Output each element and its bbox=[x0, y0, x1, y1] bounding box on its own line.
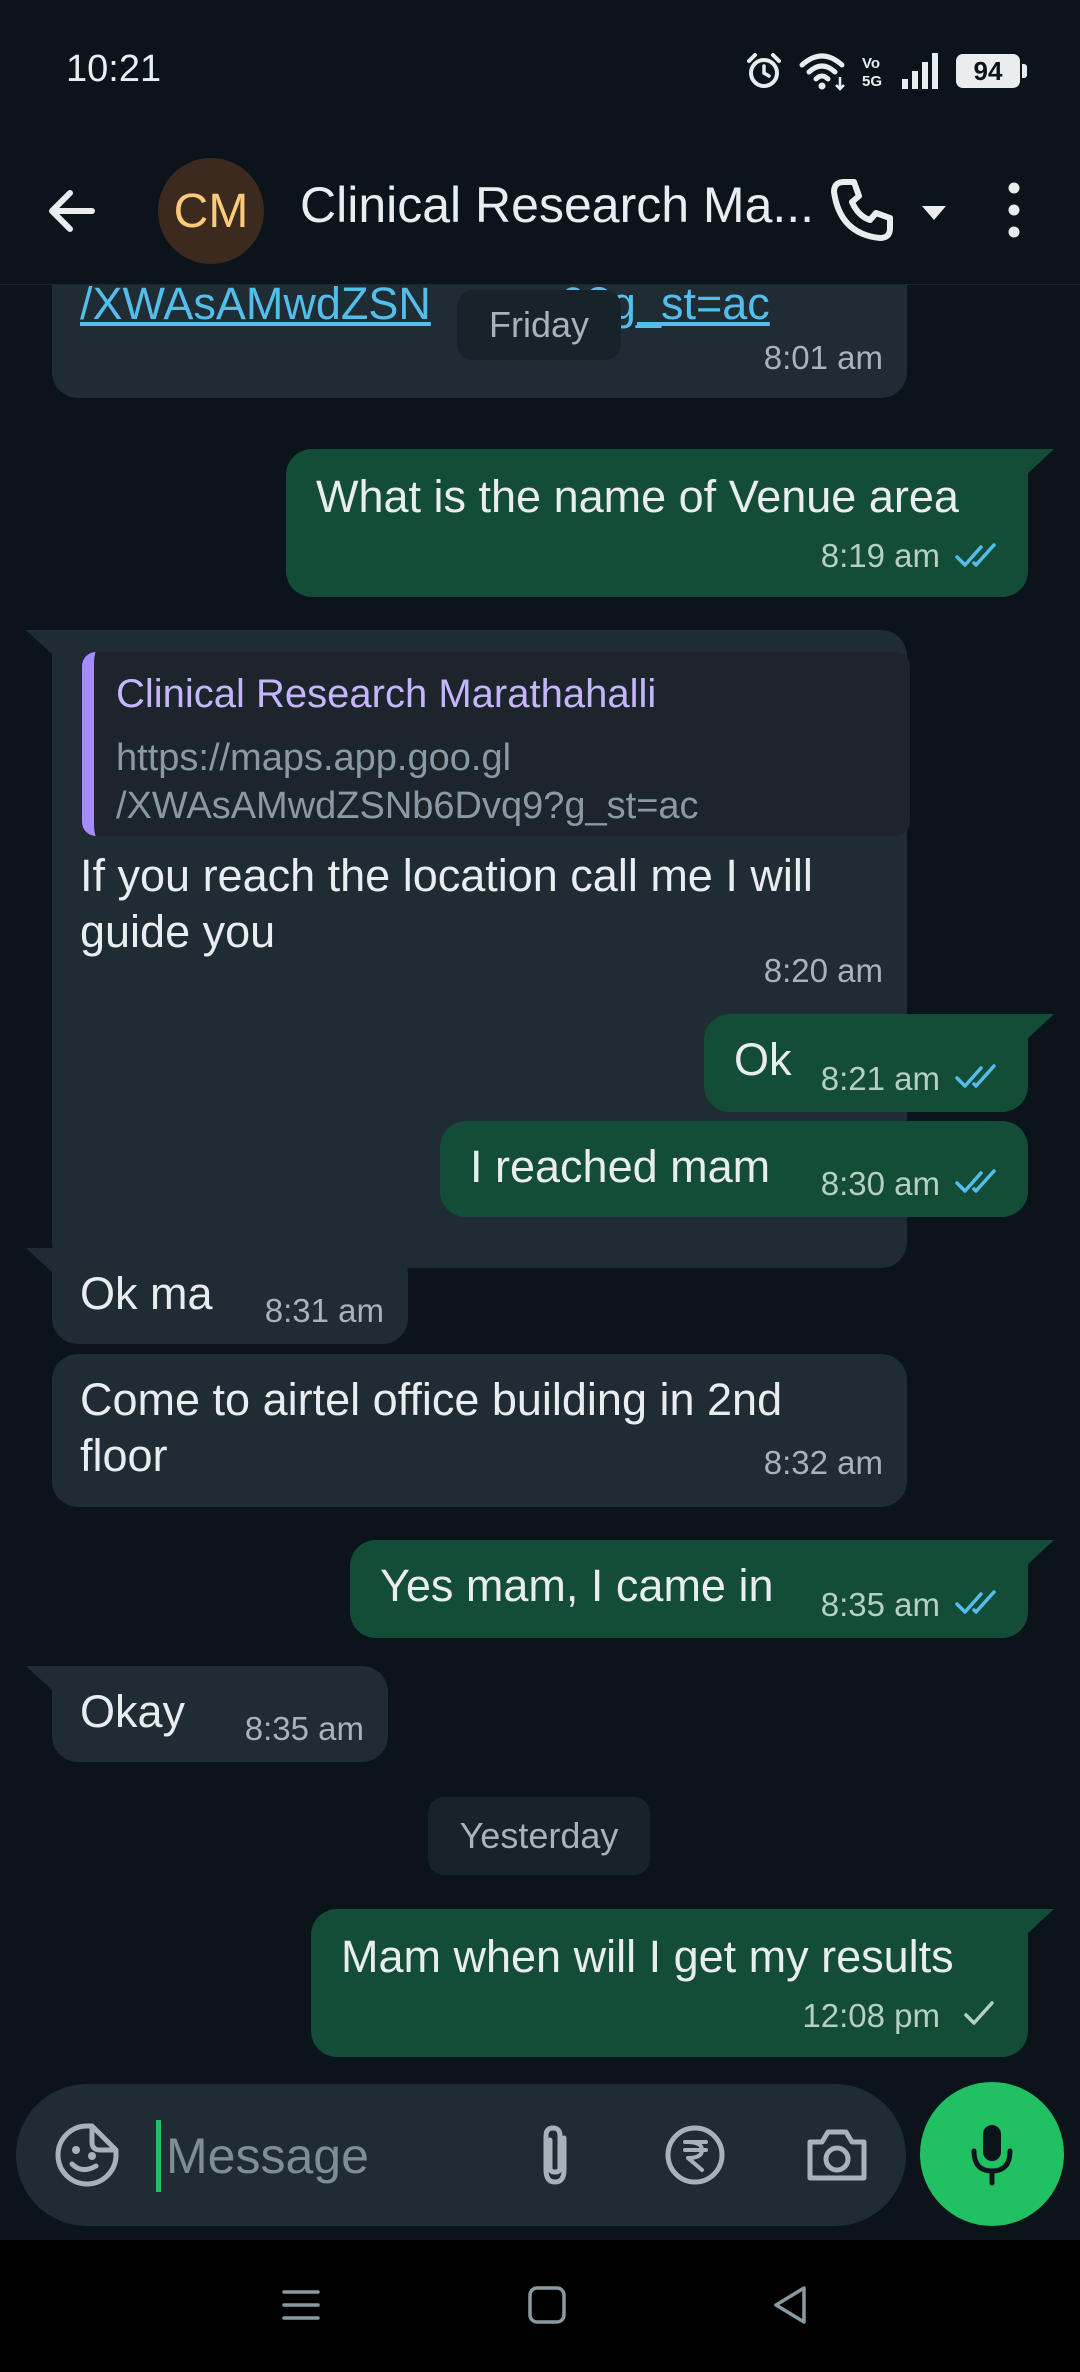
message-text: Ok ma bbox=[80, 1268, 213, 1319]
bubble-tail bbox=[1026, 1909, 1054, 1935]
avatar[interactable]: CM bbox=[158, 158, 264, 264]
svg-text:Vo: Vo bbox=[862, 55, 880, 72]
message-outgoing[interactable]: What is the name of Venue area 8:19 am bbox=[286, 449, 1054, 597]
wifi-icon bbox=[799, 53, 845, 91]
message-text: Ok bbox=[734, 1034, 792, 1085]
message-time: 8:32 am bbox=[763, 1444, 883, 1481]
message-composer bbox=[16, 2084, 906, 2226]
message-incoming[interactable]: Okay 8:35 am bbox=[26, 1666, 388, 1762]
message-time: 12:08 pm bbox=[802, 1997, 940, 2034]
more-vert-icon[interactable] bbox=[994, 174, 1034, 246]
message-time: 8:21 am bbox=[820, 1060, 940, 1097]
message-time: 8:35 am bbox=[820, 1586, 940, 1623]
back-arrow-icon[interactable] bbox=[40, 178, 106, 244]
message-time: 8:35 am bbox=[244, 1710, 364, 1747]
message-time: 8:19 am bbox=[820, 537, 940, 574]
bubble-tail bbox=[26, 630, 54, 656]
battery-icon: 94 bbox=[956, 54, 1027, 88]
rupee-icon[interactable] bbox=[660, 2120, 730, 2190]
chat-header: CM Clinical Research Ma... bbox=[0, 140, 1080, 285]
message-time: 8:20 am bbox=[763, 952, 883, 989]
message-list[interactable]: /XWAsAMwdZSN 9?g_st=ac 8:01 am Friday Wha… bbox=[0, 285, 1080, 2075]
message-input[interactable] bbox=[166, 2114, 466, 2198]
alarm-icon bbox=[747, 53, 781, 88]
message-outgoing[interactable]: Ok 8:21 am bbox=[704, 1014, 1054, 1112]
double-check-icon bbox=[955, 1169, 996, 1193]
quote-text: https://maps.app.goo.gl /XWAsAMwdZSNb6Dv… bbox=[116, 737, 699, 827]
message-text: If you reach the location call me I will… bbox=[80, 850, 813, 957]
message-text: Mam when will I get my results bbox=[341, 1931, 954, 1982]
volte-5g-icon: Vo 5G bbox=[862, 55, 882, 90]
attach-icon[interactable] bbox=[520, 2120, 590, 2190]
message-incoming[interactable]: Ok ma 8:31 am bbox=[26, 1248, 408, 1344]
message-outgoing[interactable]: Mam when will I get my results 12:08 pm bbox=[311, 1909, 1054, 2057]
bubble-tail bbox=[26, 1248, 54, 1274]
bubble-tail bbox=[1026, 1540, 1054, 1566]
sticker-icon[interactable] bbox=[52, 2120, 122, 2190]
chevron-down-icon[interactable] bbox=[914, 192, 954, 232]
chat-title[interactable]: Clinical Research Ma... bbox=[300, 176, 820, 234]
svg-text:5G: 5G bbox=[862, 73, 882, 90]
date-separator: Yesterday bbox=[428, 1797, 650, 1875]
message-time: 8:01 am bbox=[763, 339, 883, 376]
double-check-icon bbox=[955, 543, 996, 567]
status-icons: Vo 5G 94 bbox=[744, 48, 1027, 94]
bubble-tail bbox=[26, 1666, 54, 1692]
system-nav-bar bbox=[0, 2240, 1080, 2372]
double-check-icon bbox=[955, 1590, 996, 1614]
text-caret bbox=[156, 2120, 161, 2192]
back-icon[interactable] bbox=[766, 2280, 816, 2330]
message-text: Yes mam, I came in bbox=[380, 1560, 774, 1611]
mic-icon bbox=[971, 2125, 1013, 2186]
message-text: What is the name of Venue area bbox=[316, 471, 959, 522]
status-time: 10:21 bbox=[66, 48, 162, 90]
camera-icon[interactable] bbox=[802, 2120, 872, 2190]
bubble-tail bbox=[1026, 1014, 1054, 1040]
home-icon[interactable] bbox=[522, 2280, 572, 2330]
phone-icon[interactable] bbox=[826, 174, 898, 246]
message-time: 8:30 am bbox=[820, 1165, 940, 1202]
message-text: Come to airtel office building in 2nd fl… bbox=[80, 1374, 783, 1481]
message-outgoing[interactable]: Yes mam, I came in 8:35 am bbox=[350, 1540, 1054, 1638]
message-text: I reached mam bbox=[470, 1141, 771, 1192]
signal-icon bbox=[902, 53, 938, 89]
message-time: 8:31 am bbox=[264, 1292, 384, 1329]
message-outgoing[interactable]: I reached mam 8:30 am bbox=[440, 1121, 1028, 1217]
mic-button[interactable] bbox=[920, 2082, 1064, 2226]
bubble-tail bbox=[1026, 449, 1054, 475]
message-incoming[interactable]: Come to airtel office building in 2nd fl… bbox=[52, 1354, 907, 1507]
single-check-icon bbox=[964, 2001, 994, 2025]
quote-sender: Clinical Research Marathahalli bbox=[116, 672, 657, 716]
double-check-icon bbox=[955, 1064, 996, 1088]
message-text: Okay bbox=[80, 1686, 186, 1737]
quoted-message[interactable]: Clinical Research Marathahalli https://m… bbox=[82, 652, 910, 836]
message-link[interactable]: /XWAsAMwdZSN 9?g_st=ac bbox=[80, 285, 770, 330]
menu-icon[interactable] bbox=[276, 2280, 326, 2330]
date-separator: Friday bbox=[457, 290, 621, 360]
status-bar: 10:21 Vo 5G 94 bbox=[0, 0, 1080, 140]
